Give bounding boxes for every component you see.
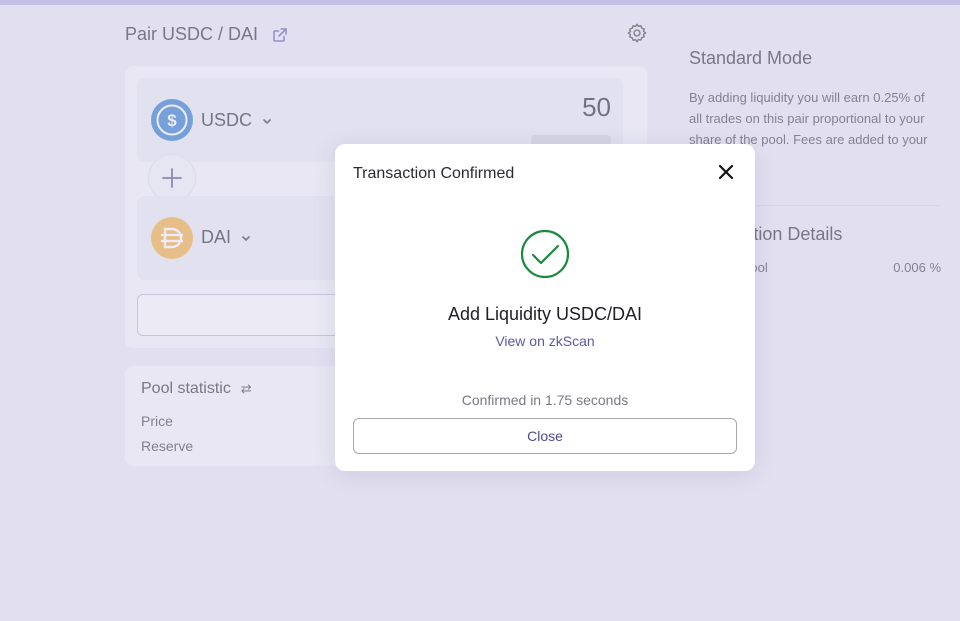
dialog-heading: Add Liquidity USDC/DAI xyxy=(447,304,643,324)
dialog-title: Transaction Confirmed xyxy=(353,165,515,182)
transaction-confirmed-dialog: Transaction Confirmed Add Liquidity USDC… xyxy=(335,144,755,471)
success-check-icon xyxy=(520,229,570,279)
close-button[interactable]: Close xyxy=(353,418,737,454)
close-icon[interactable] xyxy=(715,161,737,183)
confirmation-time: Confirmed in 1.75 seconds xyxy=(461,392,629,408)
view-on-zkscan-link[interactable]: View on zkScan xyxy=(335,333,755,349)
